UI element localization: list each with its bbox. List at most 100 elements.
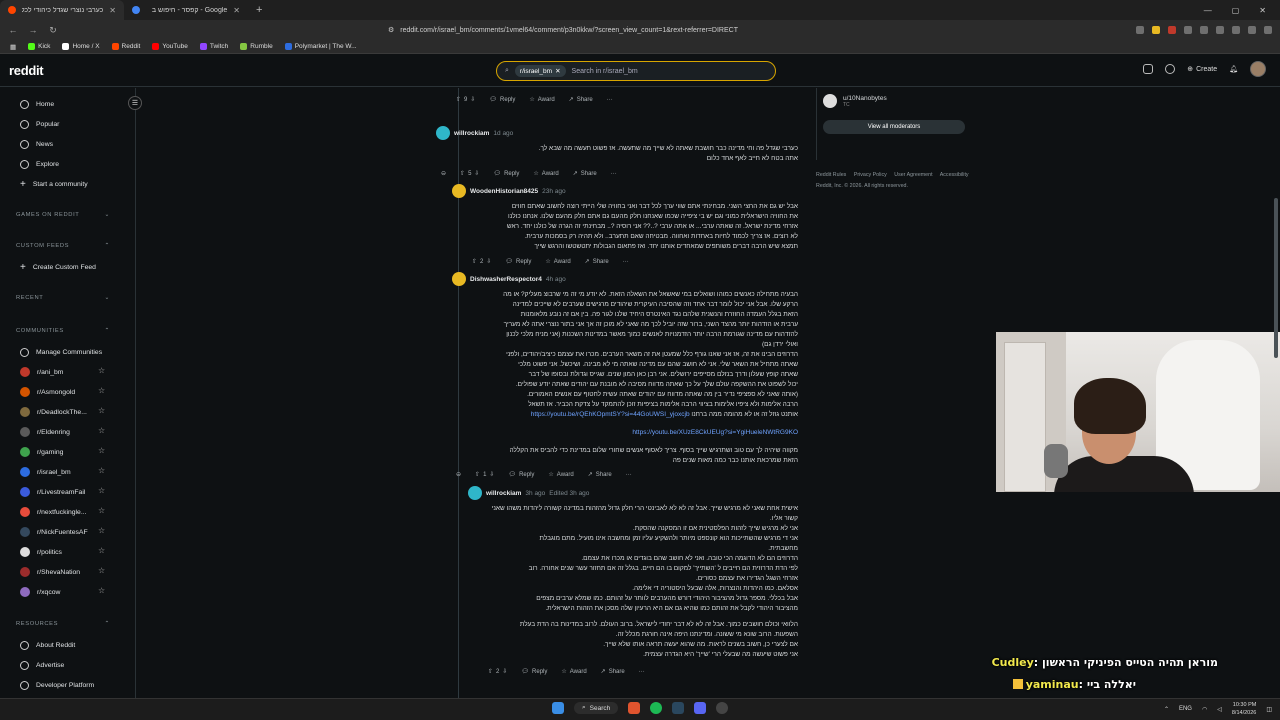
forward-icon[interactable]: → (28, 25, 38, 35)
extension-icon[interactable] (1168, 26, 1176, 34)
notifications-icon[interactable]: ◫ (1266, 706, 1272, 713)
collapse-comment-icon[interactable]: ⊖ (456, 471, 461, 478)
star-icon[interactable]: ☆ (98, 386, 105, 395)
youtube-link[interactable]: https://youtu.be/XUzE8CkUEUg?si=YgiHuele… (632, 429, 798, 436)
more-options-icon[interactable]: ··· (611, 171, 617, 177)
star-icon[interactable]: ☆ (98, 466, 105, 475)
reddit-logo[interactable]: reddit (9, 63, 44, 78)
clock[interactable]: 10:30 PM 8/14/2026 (1232, 701, 1256, 717)
more-options-icon[interactable]: ··· (623, 259, 629, 265)
extension-icon[interactable] (1152, 26, 1160, 34)
footer-link[interactable]: User Agreement (894, 172, 932, 178)
community-item[interactable]: r/Eldenring (20, 426, 70, 438)
steam-icon[interactable] (672, 702, 685, 714)
community-item[interactable]: r/nextfuckingle... (20, 506, 87, 518)
community-item[interactable]: r/Asmongold (20, 386, 75, 398)
more-options-icon[interactable]: ··· (639, 669, 645, 675)
subreddit-chip[interactable]: r/israel_bm ✕ (514, 65, 566, 77)
community-item[interactable]: r/ShevaNation (20, 566, 80, 578)
page-scrollbar[interactable] (1274, 88, 1278, 698)
sidebar-item-news[interactable]: News (20, 138, 53, 150)
windows-start-icon[interactable] (552, 702, 564, 714)
bookmark-youtube[interactable]: YouTube (152, 43, 188, 50)
sidebar-item-home[interactable]: Home (20, 98, 54, 110)
award-button[interactable]: ☆ Award (545, 258, 570, 266)
url-field[interactable]: ⚙ reddit.com/r/israel_bm/comments/1vmel6… (388, 23, 888, 37)
comment-author[interactable]: WoodenHistorian8425 (470, 188, 538, 195)
sidebar-item-popular[interactable]: Popular (20, 118, 59, 130)
moderator-item[interactable]: u/10Nanobytes TC (823, 94, 966, 108)
chat-icon[interactable] (1165, 64, 1176, 74)
extension-icon[interactable] (1216, 26, 1224, 34)
bookmark-twitch[interactable]: Twitch (199, 43, 228, 50)
extension-icon[interactable] (1248, 26, 1256, 34)
share-button[interactable]: ↗ Share (573, 170, 597, 178)
share-button[interactable]: ↗ Share (585, 258, 609, 266)
comment-author[interactable]: willrockiam (454, 130, 489, 137)
star-icon[interactable]: ☆ (98, 506, 105, 515)
extension-icon[interactable] (1184, 26, 1192, 34)
notifications-icon[interactable]: 🔔︎ (1229, 65, 1238, 73)
community-item[interactable]: r/gaming (20, 446, 63, 458)
award-button[interactable]: ☆ Award (548, 471, 573, 479)
scrollbar-thumb[interactable] (1274, 198, 1278, 358)
share-button[interactable]: ↗ Share (569, 96, 593, 104)
star-icon[interactable]: ☆ (98, 486, 105, 495)
bookmark-reddit[interactable]: Reddit (111, 43, 140, 50)
brave-icon[interactable] (628, 702, 641, 714)
youtube-link[interactable]: https://youtu.be/rQEhKOpmtSY?si=44GoUWSI… (531, 411, 690, 418)
star-icon[interactable]: ☆ (98, 426, 105, 435)
user-avatar[interactable] (1250, 61, 1266, 77)
vote-control[interactable]: ⇧ 1 ⇩ (475, 471, 494, 479)
more-options-icon[interactable]: ··· (607, 97, 613, 103)
upvote-icon[interactable]: ⇧ (475, 471, 480, 478)
downvote-icon[interactable]: ⇩ (470, 96, 475, 103)
community-item[interactable]: r/ani_bm (20, 366, 63, 378)
user-avatar[interactable] (452, 184, 466, 198)
community-item[interactable]: r/xqcow (20, 586, 60, 598)
award-button[interactable]: ☆ Award (561, 668, 586, 676)
reply-button[interactable]: 💬︎ Reply (493, 170, 519, 178)
downvote-icon[interactable]: ⇩ (486, 258, 491, 265)
bookmark-kick[interactable]: Kick (28, 43, 50, 50)
spotify-icon[interactable] (650, 702, 663, 714)
star-icon[interactable]: ☆ (98, 366, 105, 375)
upvote-icon[interactable]: ⇧ (472, 258, 477, 265)
discord-icon[interactable] (694, 702, 707, 714)
community-item[interactable]: r/DeadlockThe... (20, 406, 87, 418)
site-info-icon[interactable]: ⚙ (388, 26, 394, 34)
section-games[interactable]: GAMES ON REDDIT ⌄ (16, 212, 110, 218)
close-window-icon[interactable]: ✕ (1259, 6, 1266, 15)
apps-icon[interactable]: ▦ (10, 43, 16, 51)
vote-control[interactable]: ⇧ 2 ⇩ (488, 668, 507, 676)
section-resources[interactable]: RESOURCES ⌃ (16, 621, 110, 627)
lang-indicator[interactable]: ENG (1179, 706, 1192, 712)
browser-tab-google[interactable]: Google - קפסר - חיפוש ב ✕ (124, 0, 248, 20)
taskbar-search[interactable]: ⌕ Search (574, 702, 619, 714)
star-icon[interactable]: ☆ (98, 566, 105, 575)
search-input[interactable]: ⌕ r/israel_bm ✕ Search in r/israel_bm (496, 61, 776, 81)
user-avatar[interactable] (468, 486, 482, 500)
award-button[interactable]: ☆ Award (529, 96, 554, 104)
resource-about-reddit[interactable]: About Reddit (20, 639, 75, 651)
wifi-icon[interactable]: ◠ (1202, 706, 1207, 713)
manage-communities[interactable]: Manage Communities (20, 346, 102, 358)
volume-icon[interactable]: ◁ (1217, 706, 1222, 713)
close-tab-icon[interactable]: ✕ (233, 6, 240, 15)
vote-control[interactable]: ⇧ 5 ⇩ (460, 170, 479, 178)
reply-button[interactable]: 💬︎ Reply (508, 471, 534, 479)
reload-icon[interactable]: ↻ (48, 25, 58, 36)
community-item[interactable]: r/LivestreamFail (20, 486, 85, 498)
sidebar-item-start-community[interactable]: + Start a community (20, 178, 88, 190)
view-all-moderators-button[interactable]: View all moderators (823, 120, 965, 134)
star-icon[interactable]: ☆ (98, 586, 105, 595)
section-recent[interactable]: RECENT ⌄ (16, 295, 110, 301)
reply-button[interactable]: 💬︎ Reply (489, 96, 515, 104)
upvote-icon[interactable]: ⇧ (460, 170, 465, 177)
extension-icon[interactable] (1200, 26, 1208, 34)
comment-author[interactable]: willrockiam (486, 490, 521, 497)
vote-control[interactable]: ⇧ 2 ⇩ (472, 258, 491, 266)
chevron-up-icon[interactable]: ⌃ (1164, 706, 1169, 713)
create-button[interactable]: ⊕ Create (1187, 65, 1217, 74)
back-icon[interactable]: ← (8, 25, 18, 35)
